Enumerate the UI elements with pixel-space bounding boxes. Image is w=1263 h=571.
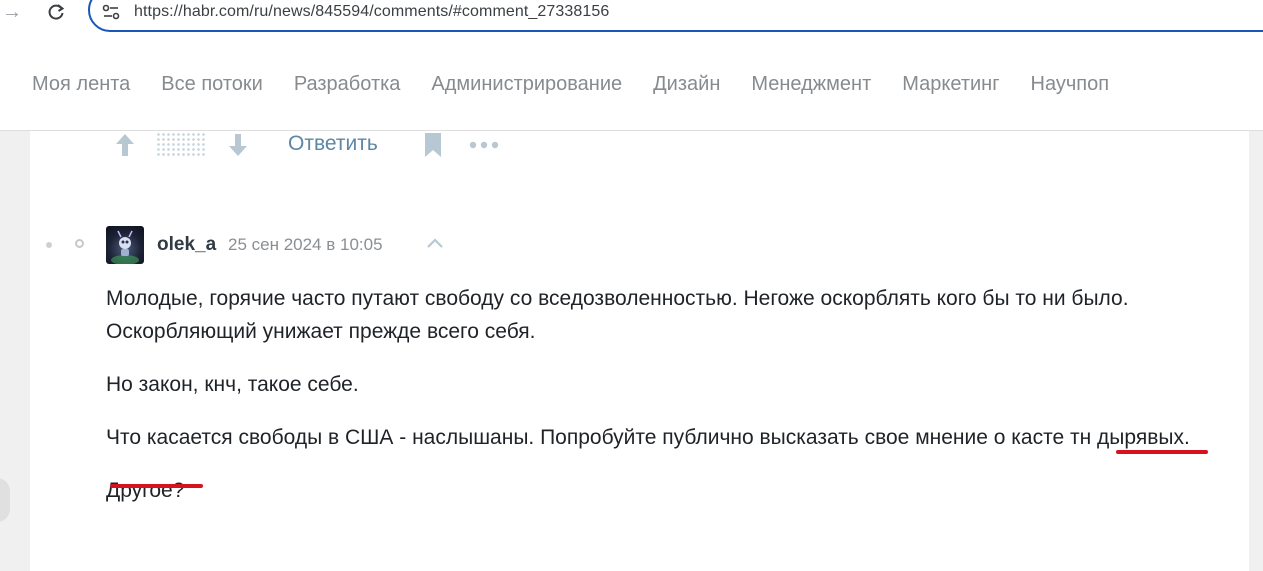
avatar[interactable] bbox=[106, 226, 144, 264]
side-scroll-button[interactable] bbox=[0, 478, 10, 522]
reply-button[interactable]: Ответить bbox=[288, 132, 378, 156]
comment-body: Молодые, горячие часто путают свободу со… bbox=[106, 282, 1216, 527]
vote-up-icon[interactable] bbox=[114, 132, 136, 158]
comment-paragraph: Но закон, кнч, такое себе. bbox=[106, 373, 359, 396]
nav-item-administration[interactable]: Администрирование bbox=[431, 73, 622, 96]
reload-icon[interactable] bbox=[46, 2, 66, 22]
nav-item-management[interactable]: Менеджмент bbox=[751, 73, 871, 96]
comment-author[interactable]: olek_a bbox=[157, 234, 216, 256]
nav-item-my-feed[interactable]: Моя лента bbox=[32, 73, 130, 96]
nav-item-development[interactable]: Разработка bbox=[294, 73, 401, 96]
bookmark-icon[interactable] bbox=[423, 132, 443, 158]
back-arrow-icon[interactable]: → bbox=[2, 2, 22, 22]
avatar-robot-image bbox=[111, 230, 139, 264]
more-options-icon[interactable] bbox=[469, 140, 499, 150]
comment-paragraph: Молодые, горячие часто путают свободу со… bbox=[106, 287, 1129, 343]
rating-hidden-placeholder bbox=[156, 132, 206, 158]
chevron-up-icon[interactable] bbox=[425, 236, 445, 250]
nav-item-design[interactable]: Дизайн bbox=[653, 73, 720, 96]
annotation-underline bbox=[110, 484, 203, 488]
thread-level-marker bbox=[75, 239, 84, 248]
nav-item-all-flows[interactable]: Все потоки bbox=[161, 73, 263, 96]
browser-toolbar: → https://habr.com/ru/news/845594/commen… bbox=[0, 0, 1263, 43]
vote-down-icon[interactable] bbox=[227, 132, 249, 158]
comment-paragraph: Другое? bbox=[106, 479, 185, 502]
site-settings-icon[interactable] bbox=[102, 4, 120, 20]
thread-line-dot bbox=[46, 242, 52, 248]
url-text[interactable]: https://habr.com/ru/news/845594/comments… bbox=[134, 3, 609, 21]
habr-flows-nav: Моя лента Все потоки Разработка Админист… bbox=[0, 42, 1263, 131]
annotation-underline bbox=[1116, 450, 1208, 454]
comment-timestamp[interactable]: 25 сен 2024 в 10:05 bbox=[228, 235, 383, 255]
comment-paragraph: Что касается свободы в США - наслышаны. … bbox=[106, 426, 1190, 449]
nav-item-marketing[interactable]: Маркетинг bbox=[902, 73, 999, 96]
nav-item-popsci[interactable]: Научпоп bbox=[1031, 73, 1110, 96]
